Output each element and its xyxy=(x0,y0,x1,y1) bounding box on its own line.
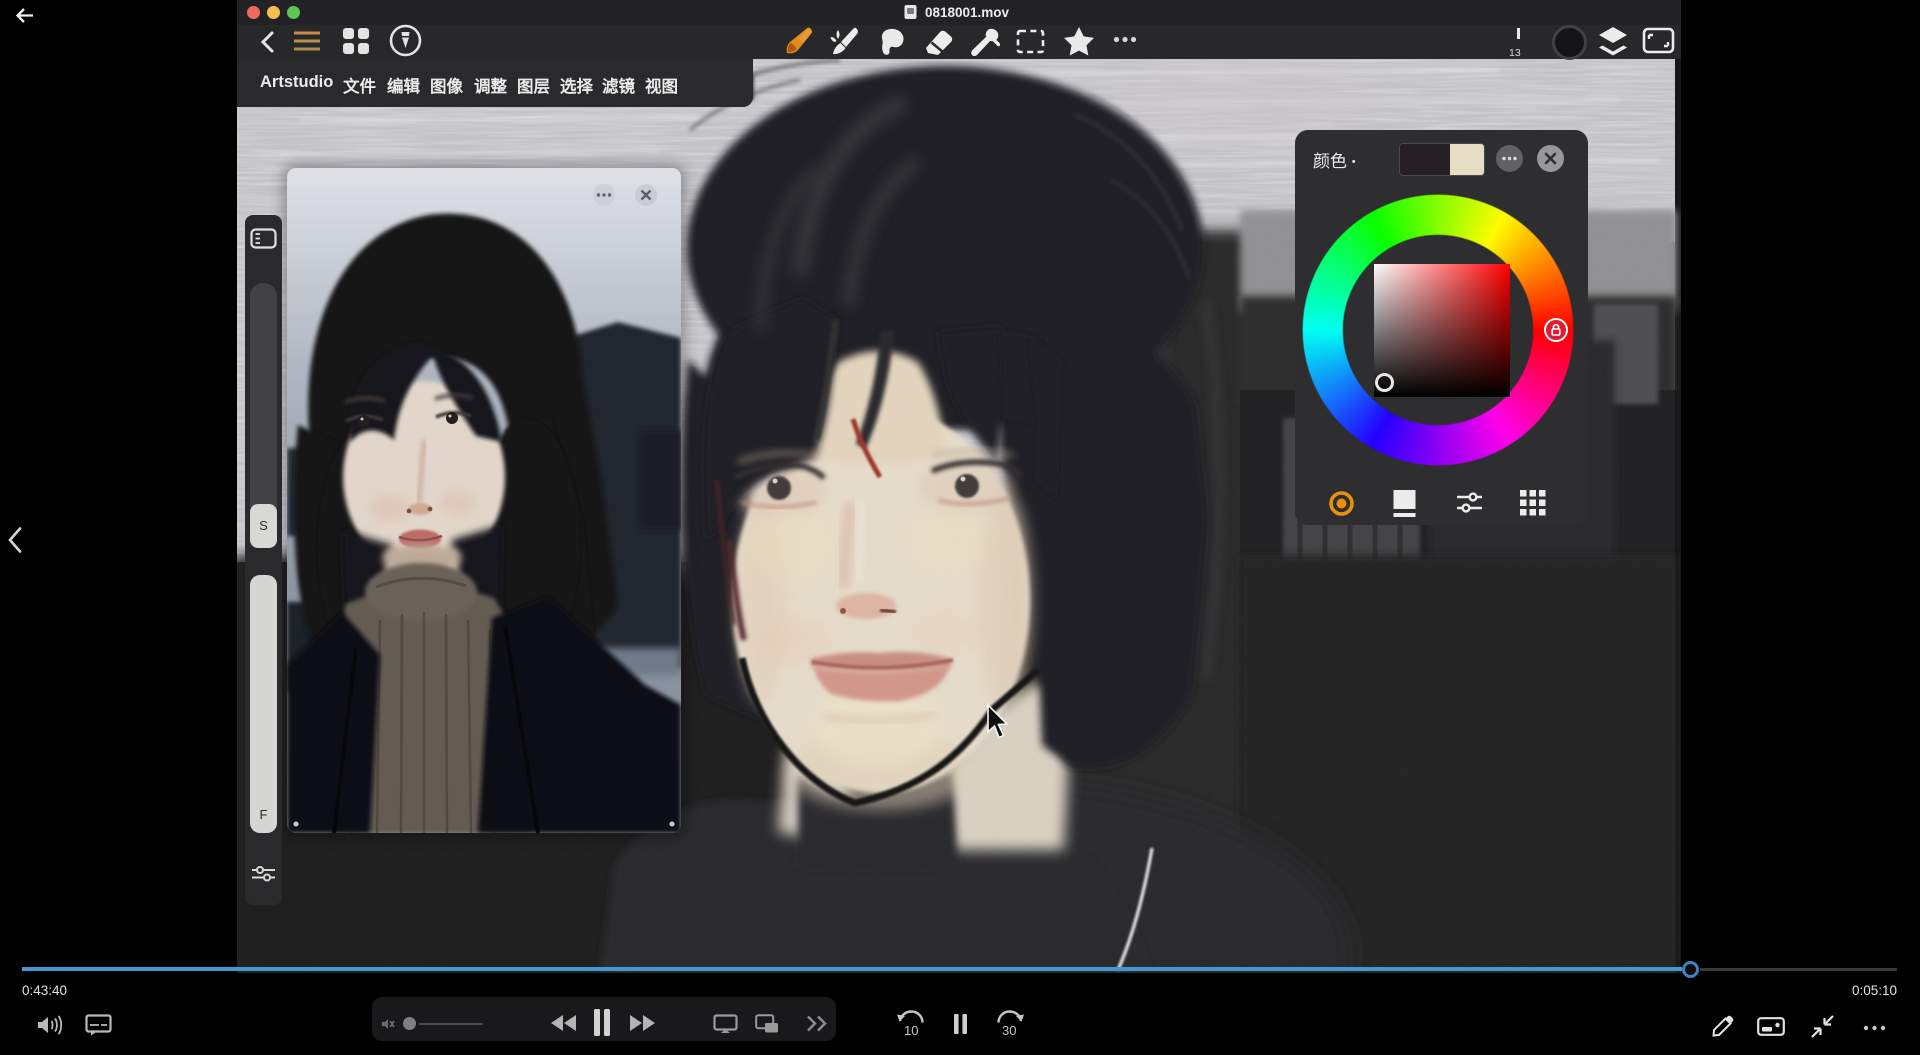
svg-text:30: 30 xyxy=(1002,1023,1016,1037)
svg-text:10: 10 xyxy=(904,1023,918,1037)
